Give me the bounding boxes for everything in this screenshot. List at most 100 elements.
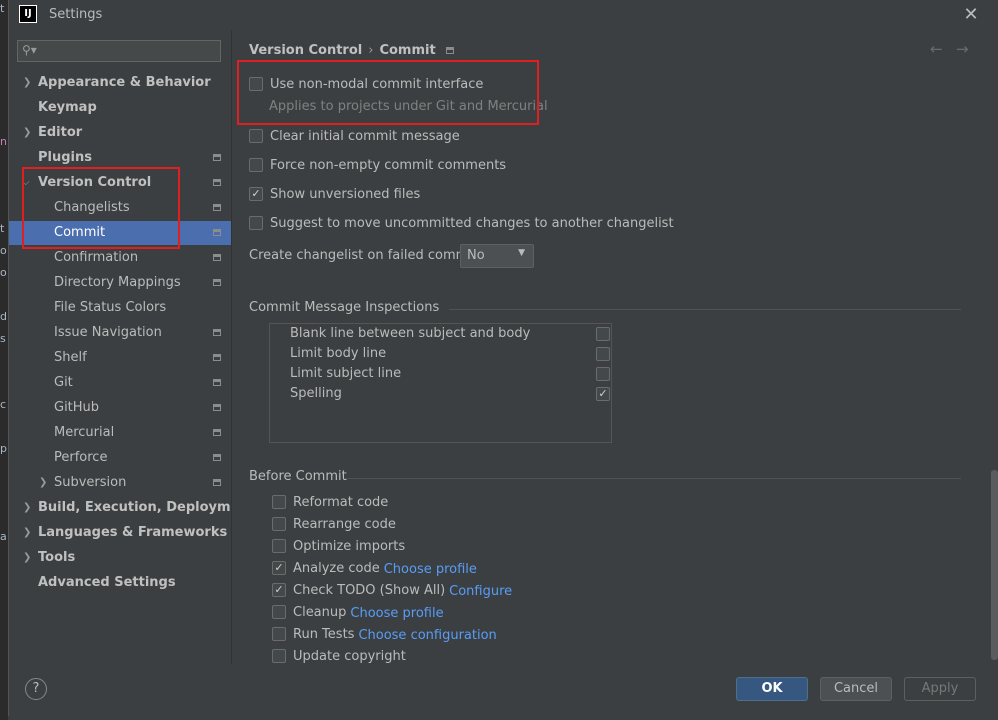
sidebar-item-directory-mappings[interactable]: Directory Mappings — [9, 271, 231, 295]
background-ide-strip: t n t o o d s c p a — [0, 0, 8, 720]
inspection-row[interactable]: Blank line between subject and body — [290, 324, 610, 344]
checkbox[interactable] — [272, 495, 286, 509]
behind-text: s — [0, 332, 6, 345]
apply-button[interactable]: Apply — [904, 677, 976, 701]
scrollbar-thumb[interactable] — [991, 470, 998, 660]
inspections-table: Blank line between subject and body Limi… — [269, 323, 612, 443]
choose-profile-link[interactable]: Choose profile — [384, 562, 477, 577]
select-value: No — [467, 248, 485, 263]
chevron-right-icon: ❯ — [39, 477, 48, 488]
inspection-row[interactable]: Spelling ✓ — [290, 384, 610, 404]
sidebar-item-label: Advanced Settings — [38, 575, 176, 590]
help-button[interactable]: ? — [25, 678, 47, 700]
checkbox[interactable] — [249, 216, 263, 230]
chevron-right-icon: ❯ — [23, 127, 32, 138]
sidebar-item-keymap[interactable]: Keymap — [9, 96, 231, 120]
project-settings-icon — [213, 429, 221, 436]
behind-text: d — [0, 310, 7, 323]
checkbox[interactable] — [596, 327, 610, 341]
sidebar-item-label: Directory Mappings — [54, 275, 181, 290]
check-todo-checkbox[interactable]: ✓ Check TODO (Show All) Configure — [272, 582, 512, 600]
checkbox[interactable] — [249, 129, 263, 143]
checkbox[interactable] — [596, 347, 610, 361]
arrow-left-icon[interactable]: ← — [930, 40, 943, 58]
checkbox-checked[interactable]: ✓ — [249, 187, 263, 201]
highlight-box — [22, 167, 180, 249]
changelist-on-fail-select[interactable]: No ▼ — [460, 244, 534, 268]
choose-configuration-link[interactable]: Choose configuration — [358, 628, 496, 643]
checkbox-checked[interactable]: ✓ — [272, 561, 286, 575]
chevron-right-icon: ❯ — [23, 527, 32, 538]
checkbox[interactable] — [272, 539, 286, 553]
behind-text: n — [0, 135, 7, 148]
sidebar-item-git[interactable]: Git — [9, 371, 231, 395]
sidebar-item-advanced-settings[interactable]: Advanced Settings — [9, 571, 231, 595]
sidebar-item-label: Appearance & Behavior — [38, 75, 211, 90]
update-copyright-checkbox[interactable]: Update copyright — [272, 648, 406, 666]
sidebar-item-label: Issue Navigation — [54, 325, 162, 340]
configure-link[interactable]: Configure — [449, 584, 512, 599]
project-settings-icon — [213, 329, 221, 336]
rearrange-code-checkbox[interactable]: Rearrange code — [272, 516, 396, 534]
sidebar-item-issue-navigation[interactable]: Issue Navigation — [9, 321, 231, 345]
behind-text: o — [0, 244, 7, 257]
checkbox[interactable] — [272, 649, 286, 663]
search-input[interactable]: ⚲▾ — [17, 40, 221, 62]
commit-settings-panel: Version Control › Commit ← → Use non-modal… — [231, 30, 998, 664]
checkbox-checked[interactable]: ✓ — [272, 583, 286, 597]
sidebar-item-perforce[interactable]: Perforce — [9, 446, 231, 470]
sidebar-item-subversion[interactable]: ❯ Subversion — [9, 471, 231, 495]
force-nonempty-checkbox[interactable]: Force non-empty commit comments — [249, 157, 506, 175]
title-bar[interactable]: IJ Settings ✕ — [9, 0, 998, 30]
checkbox[interactable] — [249, 158, 263, 172]
close-icon[interactable]: ✕ — [959, 3, 983, 27]
sidebar-item-label: Editor — [38, 125, 83, 140]
sidebar-item-file-status-colors[interactable]: File Status Colors — [9, 296, 231, 320]
sidebar-item-tools[interactable]: ❯ Tools — [9, 546, 231, 570]
checkbox[interactable] — [272, 517, 286, 531]
sidebar-item-mercurial[interactable]: Mercurial — [9, 421, 231, 445]
sidebar-item-label: Subversion — [54, 475, 127, 490]
inspection-row[interactable]: Limit body line — [290, 344, 610, 364]
checkbox[interactable] — [272, 627, 286, 641]
run-tests-checkbox[interactable]: Run Tests Choose configuration — [272, 626, 497, 644]
inspection-row[interactable]: Limit subject line — [290, 364, 610, 384]
cleanup-checkbox[interactable]: Cleanup Choose profile — [272, 604, 444, 622]
breadcrumb-parent[interactable]: Version Control — [249, 43, 362, 58]
cancel-button[interactable]: Cancel — [820, 677, 892, 701]
ok-button[interactable]: OK — [736, 677, 808, 701]
optimize-imports-checkbox[interactable]: Optimize imports — [272, 538, 405, 556]
breadcrumb-current: Commit — [379, 43, 436, 58]
chevron-right-icon: ❯ — [23, 77, 32, 88]
sidebar-item-languages[interactable]: ❯ Languages & Frameworks — [9, 521, 231, 545]
changelist-on-fail-label: Create changelist on failed commit: — [249, 248, 482, 263]
sidebar-item-build[interactable]: ❯ Build, Execution, Deployment — [9, 496, 255, 520]
sidebar-item-appearance[interactable]: ❯ Appearance & Behavior — [9, 71, 231, 95]
checkbox-checked[interactable]: ✓ — [596, 387, 610, 401]
behind-text: c — [0, 398, 7, 411]
sidebar-item-shelf[interactable]: Shelf — [9, 346, 231, 370]
sidebar-item-confirmation[interactable]: Confirmation — [9, 246, 231, 270]
behind-text: p — [0, 442, 7, 455]
analyze-code-checkbox[interactable]: ✓ Analyze code Choose profile — [272, 560, 477, 578]
inspections-title: Commit Message Inspections — [249, 300, 440, 315]
sidebar-item-editor[interactable]: ❯ Editor — [9, 121, 231, 145]
show-unversioned-checkbox[interactable]: ✓ Show unversioned files — [249, 186, 420, 204]
arrow-right-icon[interactable]: → — [956, 40, 969, 58]
suggest-move-checkbox[interactable]: Suggest to move uncommitted changes to a… — [249, 215, 674, 233]
project-settings-icon — [213, 354, 221, 361]
checkbox[interactable] — [272, 605, 286, 619]
behind-text: o — [0, 266, 7, 279]
project-settings-icon — [213, 254, 221, 261]
clear-initial-message-checkbox[interactable]: Clear initial commit message — [249, 128, 460, 146]
project-settings-icon — [213, 229, 221, 236]
app-logo-icon: IJ — [19, 5, 37, 23]
search-icon: ⚲▾ — [22, 43, 37, 57]
checkbox[interactable] — [596, 367, 610, 381]
reformat-code-checkbox[interactable]: Reformat code — [272, 494, 388, 512]
choose-profile-link[interactable]: Choose profile — [350, 606, 443, 621]
breadcrumb: Version Control › Commit — [249, 43, 454, 58]
sidebar-item-github[interactable]: GitHub — [9, 396, 231, 420]
project-settings-icon — [213, 179, 221, 186]
project-settings-icon — [213, 154, 221, 161]
